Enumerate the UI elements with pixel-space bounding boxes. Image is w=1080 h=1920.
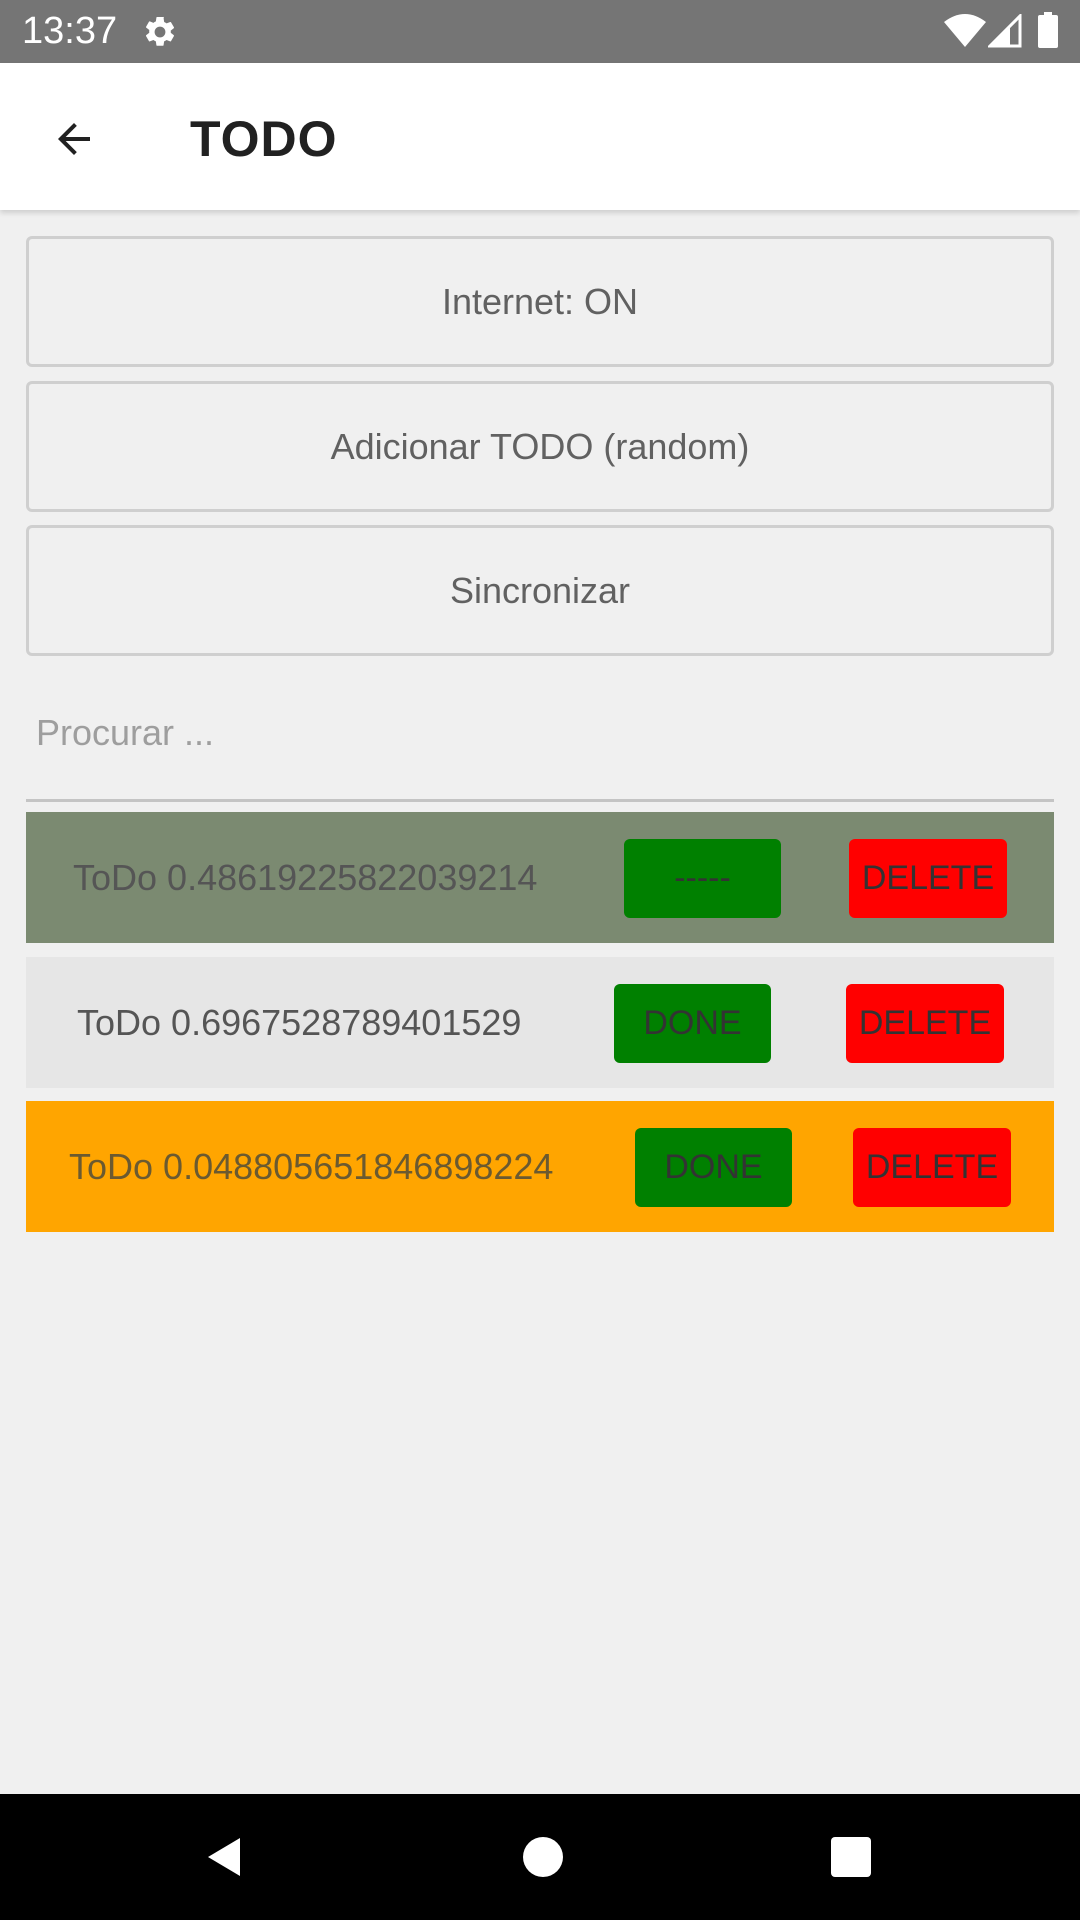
search-input[interactable] (26, 690, 1054, 799)
nav-recents-icon[interactable] (830, 1836, 872, 1878)
nav-home-icon[interactable] (520, 1834, 566, 1880)
done-button[interactable]: DONE (614, 984, 771, 1063)
signal-icon (988, 14, 1022, 48)
navigation-bar (0, 1794, 1080, 1920)
gear-icon (145, 16, 175, 46)
todo-row: ToDo 0.048805651846898224 DONE DELETE (26, 1101, 1054, 1232)
todo-label: ToDo 0.6967528789401529 (77, 1001, 522, 1043)
back-button[interactable] (38, 103, 110, 175)
status-time: 13:37 (22, 10, 118, 52)
delete-button[interactable]: DELETE (849, 839, 1007, 918)
done-button[interactable]: DONE (635, 1128, 792, 1207)
todo-label: ToDo 0.48619225822039214 (73, 856, 538, 898)
todo-row: ToDo 0.48619225822039214 ----- DELETE (26, 812, 1054, 943)
arrow-left-icon (58, 123, 90, 155)
battery-icon (1038, 12, 1058, 48)
todo-label: ToDo 0.048805651846898224 (69, 1145, 554, 1187)
status-bar: 13:37 (0, 0, 1080, 63)
wifi-icon (944, 14, 986, 47)
search-field (26, 690, 1054, 802)
app-bar: TODO (0, 63, 1080, 210)
delete-button[interactable]: DELETE (853, 1128, 1011, 1207)
todo-row: ToDo 0.6967528789401529 DONE DELETE (26, 957, 1054, 1088)
done-button[interactable]: ----- (624, 839, 781, 918)
add-random-todo-button[interactable]: Adicionar TODO (random) (26, 381, 1054, 512)
delete-button[interactable]: DELETE (846, 984, 1004, 1063)
internet-toggle-button[interactable]: Internet: ON (26, 236, 1054, 367)
page-title: TODO (190, 111, 338, 167)
nav-back-icon[interactable] (202, 1834, 248, 1880)
sync-button[interactable]: Sincronizar (26, 525, 1054, 656)
